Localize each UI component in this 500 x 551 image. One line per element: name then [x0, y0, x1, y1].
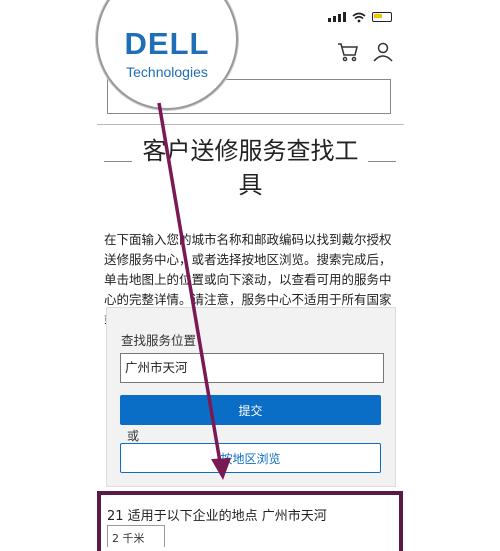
results-highlight: 21 适用于以下企业的地点 广州市天河 2 千米	[97, 491, 403, 551]
cart-icon[interactable]	[337, 42, 359, 62]
signal-icon	[328, 12, 346, 22]
distance-filter-chip[interactable]: 2 千米	[107, 525, 165, 547]
dell-logo-subtitle: Technologies	[126, 64, 208, 80]
battery-icon	[372, 12, 392, 22]
wifi-icon	[352, 12, 366, 22]
browse-by-region-button[interactable]: 按地区浏览	[120, 443, 381, 473]
results-summary: 21 适用于以下企业的地点 广州市天河	[107, 509, 327, 524]
location-input[interactable]: 广州市天河	[120, 353, 384, 383]
page-title: 客户送修服务查找工具	[142, 137, 359, 199]
or-separator: 或	[127, 429, 140, 443]
dell-logo: DELL	[124, 26, 210, 61]
finder-label: 查找服务位置	[121, 333, 197, 348]
finder-panel: 查找服务位置 广州市天河 提交 或 按地区浏览	[106, 307, 396, 487]
submit-button[interactable]: 提交	[120, 395, 381, 425]
user-icon[interactable]	[372, 42, 394, 62]
header-divider	[97, 124, 404, 125]
status-bar	[328, 10, 392, 24]
